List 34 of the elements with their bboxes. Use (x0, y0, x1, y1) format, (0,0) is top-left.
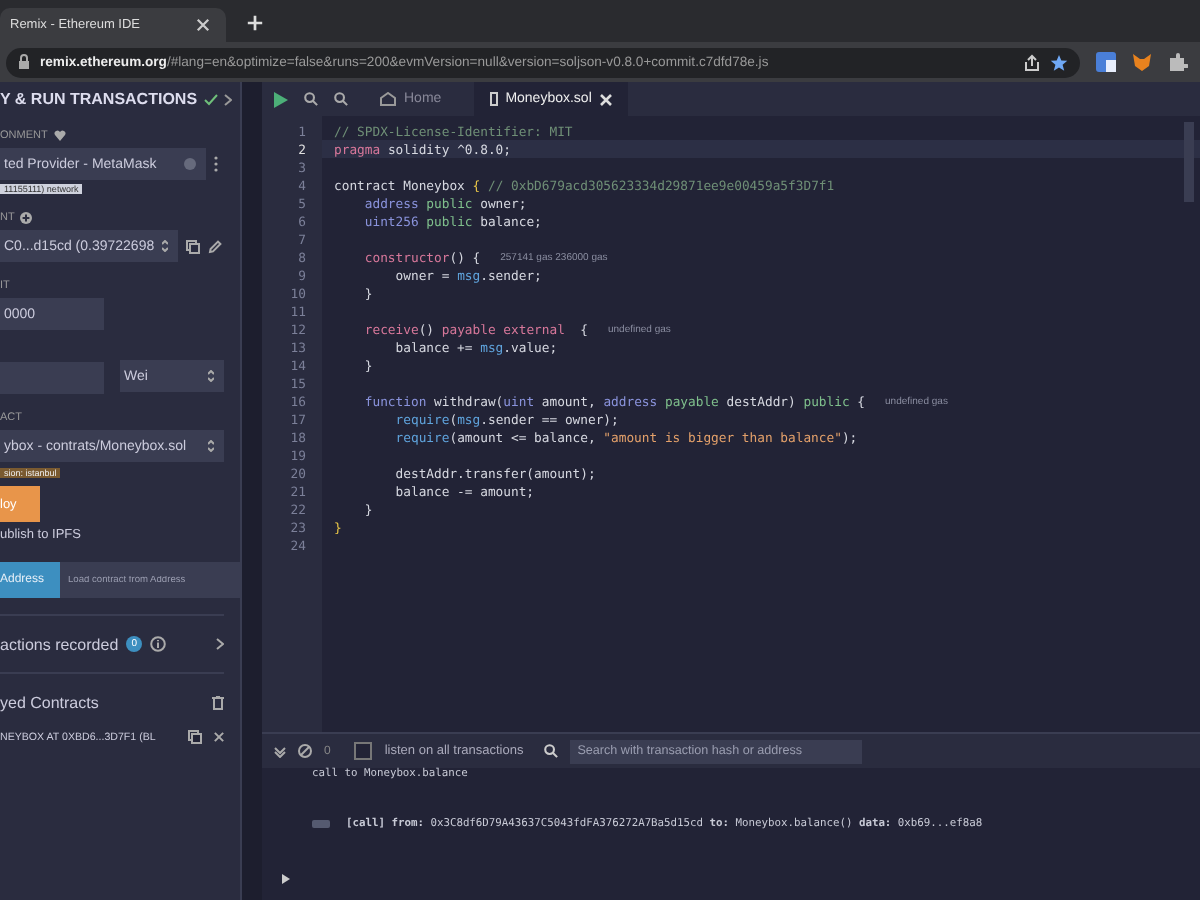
section-title: yed Contracts (0, 693, 99, 711)
copy-icon[interactable] (186, 239, 200, 253)
updown-icon (162, 240, 168, 252)
chevron-right-icon[interactable] (216, 638, 224, 650)
fox-icon[interactable] (1132, 52, 1152, 72)
home-icon (380, 92, 396, 106)
copy-icon[interactable] (188, 730, 202, 744)
search-icon (543, 744, 558, 758)
chevron-right-icon[interactable] (224, 93, 232, 105)
panel-title: Y & RUN TRANSACTIONS (0, 90, 198, 108)
clear-icon[interactable] (298, 744, 312, 758)
updown-icon (208, 440, 214, 452)
new-tab-icon[interactable] (246, 14, 264, 32)
plus-circle-icon[interactable] (20, 212, 33, 224)
prompt-icon (282, 874, 290, 884)
zoom-out-icon[interactable] (304, 92, 318, 106)
collapse-icon[interactable] (274, 745, 286, 757)
puzzle-icon[interactable] (1168, 52, 1188, 72)
lock-icon (18, 54, 30, 70)
edit-icon[interactable] (208, 239, 222, 253)
scrollbar[interactable] (1184, 122, 1194, 202)
section-title[interactable]: actions recorded (0, 635, 119, 653)
share-icon[interactable] (1024, 53, 1040, 71)
play-icon[interactable] (274, 91, 288, 107)
listen-checkbox[interactable] (354, 742, 373, 760)
file-icon (489, 92, 498, 106)
updown-icon (208, 370, 214, 382)
check-icon (203, 93, 218, 105)
close-icon[interactable] (214, 732, 224, 742)
close-icon[interactable] (196, 18, 210, 32)
zoom-in-icon[interactable] (334, 92, 348, 106)
heart-icon (53, 130, 66, 142)
trash-icon[interactable] (212, 695, 224, 709)
star-icon[interactable] (1050, 53, 1068, 71)
